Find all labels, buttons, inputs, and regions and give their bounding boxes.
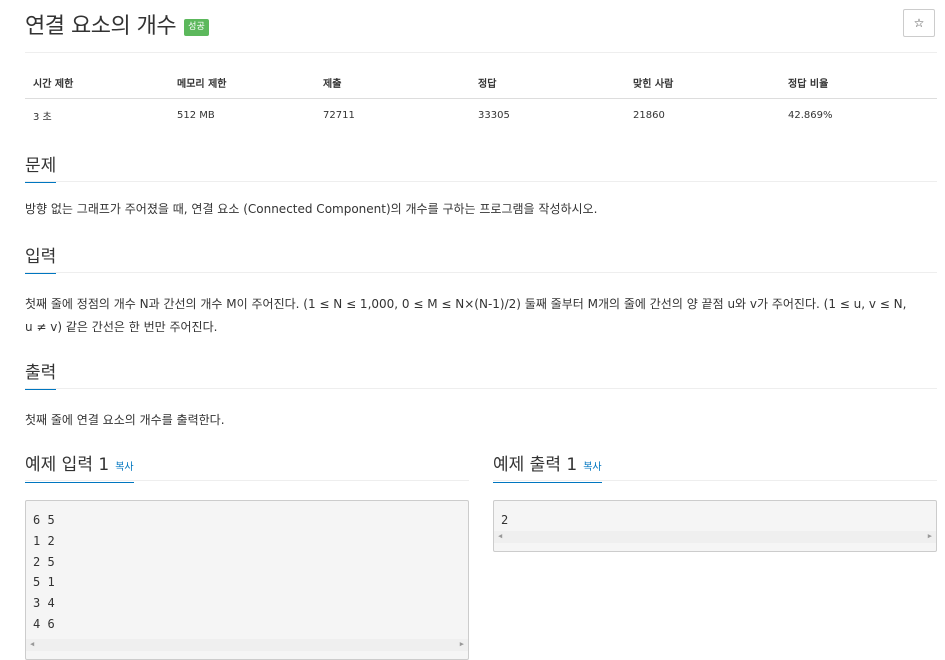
stats-header-solvers: 맞힌 사람 (625, 70, 780, 99)
sample-input-copy-link[interactable]: 복사 (115, 462, 133, 473)
stats-table: 시간 제한 메모리 제한 제출 정답 맞힌 사람 정답 비율 3 초 512 M… (25, 70, 937, 132)
sample-input-line: 3 4 (33, 596, 55, 611)
stats-header-accepted: 정답 (470, 70, 625, 99)
stats-value-solvers: 21860 (633, 110, 665, 121)
sample-input-panel: 예제 입력 1 복사 6 5 1 2 2 5 5 1 3 4 4 6 ◀ ▶ (25, 447, 469, 660)
sample-input-line: 6 5 (33, 513, 55, 527)
sample-output-title-text: 예제 출력 1 (493, 455, 578, 475)
sample-output-panel: 예제 출력 1 복사 2 ◀ ▶ (493, 447, 937, 552)
status-badge: 성공 (184, 18, 209, 36)
sample-input-line: 2 5 (33, 554, 55, 569)
sample-input-title: 예제 입력 1 복사 (25, 450, 134, 483)
sample-input-line: 5 1 (33, 575, 55, 590)
output-description: 첫째 줄에 연결 요소의 개수를 출력한다. (25, 413, 225, 427)
stats-value-ratio: 42.869% (788, 110, 833, 121)
sample-output-box: 2 ◀ ▶ (493, 500, 937, 552)
scroll-right-arrow-icon[interactable]: ▶ (460, 640, 464, 648)
divider (25, 52, 937, 53)
problem-header: 문제 (25, 151, 937, 183)
output-title: 출력 (25, 358, 57, 390)
scroll-left-arrow-icon[interactable]: ◀ (498, 532, 502, 540)
horizontal-scrollbar[interactable]: ◀ ▶ (494, 530, 936, 543)
sample-output-title: 예제 출력 1 복사 (493, 450, 602, 483)
stats-header-time-limit: 시간 제한 (25, 70, 169, 99)
problem-description: 방향 없는 그래프가 주어졌을 때, 연결 요소 (Connected Comp… (25, 202, 598, 216)
scroll-left-arrow-icon[interactable]: ◀ (30, 640, 34, 648)
sample-output-header: 예제 출력 1 복사 (493, 447, 937, 483)
stats-value-accepted: 33305 (478, 110, 510, 121)
sample-output-copy-link[interactable]: 복사 (583, 462, 601, 473)
star-icon: ☆ (913, 16, 925, 30)
stats-value-row: 3 초 512 MB 72711 33305 21860 42.869% (25, 99, 937, 133)
stats-header-row: 시간 제한 메모리 제한 제출 정답 맞힌 사람 정답 비율 (25, 70, 937, 99)
sample-input-line: 1 2 (33, 533, 55, 548)
input-title: 입력 (25, 242, 57, 274)
stats-value-submissions: 72711 (323, 110, 355, 121)
output-section: 출력 첫째 줄에 연결 요소의 개수를 출력한다. (25, 358, 937, 432)
sample-input-title-text: 예제 입력 1 (25, 455, 110, 475)
sample-output-line: 2 (501, 513, 509, 527)
star-button[interactable]: ☆ (903, 9, 935, 37)
input-section: 입력 첫째 줄에 정점의 개수 N과 간선의 개수 M이 주어진다. (1 ≤ … (25, 242, 937, 339)
scroll-right-arrow-icon[interactable]: ▶ (928, 532, 932, 540)
stats-value-time-limit: 3 초 (33, 112, 52, 123)
input-header: 입력 (25, 242, 937, 274)
stats-header-ratio: 정답 비율 (780, 70, 937, 99)
stats-header-memory-limit: 메모리 제한 (169, 70, 315, 99)
sample-input-header: 예제 입력 1 복사 (25, 447, 469, 483)
page-title: 연결 요소의 개수 (25, 14, 177, 39)
stats-value-memory-limit: 512 MB (177, 110, 215, 121)
problem-title: 문제 (25, 151, 57, 183)
stats-header-submissions: 제출 (315, 70, 470, 99)
output-header: 출력 (25, 358, 937, 390)
problem-section: 문제 방향 없는 그래프가 주어졌을 때, 연결 요소 (Connected C… (25, 151, 937, 221)
sample-input-line: 4 6 (33, 616, 55, 631)
title-row: 연결 요소의 개수 성공 (25, 8, 209, 40)
input-description: 첫째 줄에 정점의 개수 N과 간선의 개수 M이 주어진다. (1 ≤ N ≤… (25, 297, 907, 334)
sample-input-box: 6 5 1 2 2 5 5 1 3 4 4 6 ◀ ▶ (25, 500, 469, 660)
